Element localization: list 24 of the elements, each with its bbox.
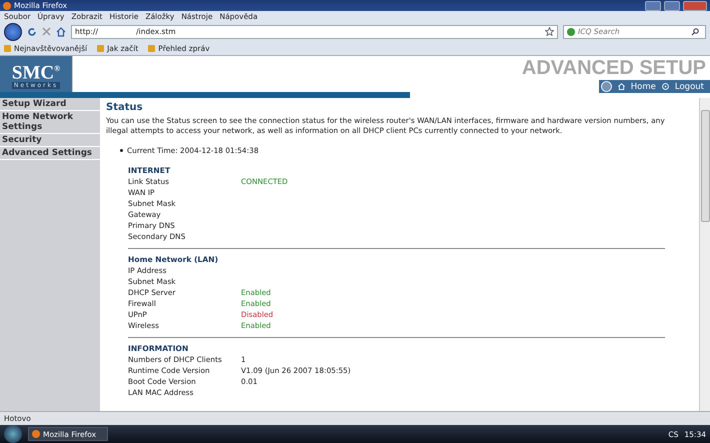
power-icon (662, 83, 669, 90)
close-button[interactable] (683, 0, 707, 10)
maximize-button[interactable] (664, 0, 680, 10)
house-icon (618, 83, 625, 90)
bullet-icon (120, 149, 123, 152)
logout-link[interactable]: Logout (674, 82, 704, 92)
sidebar-item[interactable]: Advanced Settings (0, 147, 100, 160)
sidebar-item[interactable]: Setup Wizard (0, 98, 100, 111)
minimize-button[interactable] (645, 0, 661, 10)
bookmark-icon (148, 44, 156, 52)
page-heading: Status (106, 102, 144, 113)
reload-icon[interactable] (27, 26, 37, 36)
bookmark-icon (97, 44, 104, 52)
sidebar-item[interactable]: Security (0, 134, 100, 147)
sidebar-item[interactable]: Home Network Settings (0, 111, 100, 134)
search-icon[interactable] (691, 28, 699, 36)
home-link[interactable]: Home (630, 82, 656, 92)
star-icon[interactable] (545, 27, 554, 36)
back-button[interactable] (4, 22, 22, 40)
start-button[interactable] (4, 425, 22, 443)
page-banner-title: ADVANCED SETUP (522, 56, 707, 80)
scrollbar[interactable] (699, 98, 710, 411)
bookmark-icon (4, 44, 11, 52)
home-icon[interactable] (56, 26, 66, 36)
